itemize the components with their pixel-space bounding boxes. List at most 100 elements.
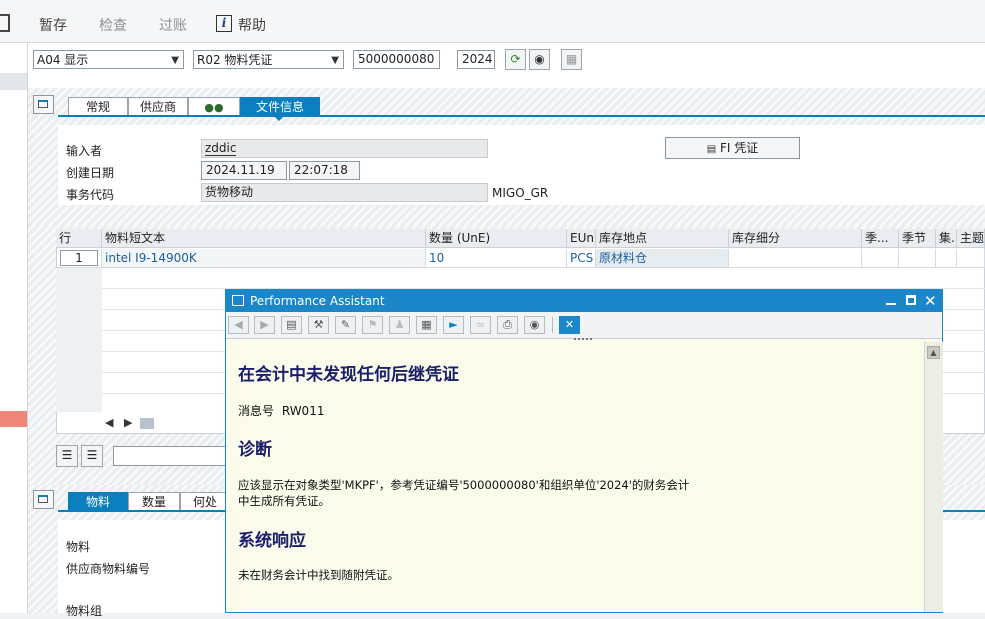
fi-document-label: FI 凭证 <box>720 141 759 155</box>
tab-general[interactable]: 常规 <box>68 97 128 115</box>
system-response-text: 未在财务会计中找到随附凭证。 <box>238 568 399 582</box>
action-select-value: A04 显示 <box>37 53 89 67</box>
dialog-content: 在会计中未发现任何后继凭证 消息号 RW011 诊断 应该显示在对象类型'MKP… <box>226 342 924 612</box>
message-number-value: RW011 <box>281 404 325 418</box>
tab-material[interactable]: 物料 <box>68 492 128 510</box>
scroll-left-icon[interactable]: ◀ <box>105 416 113 429</box>
execute-icon[interactable]: ⟳ <box>505 49 526 70</box>
transaction-text-field: 货物移动 <box>201 183 488 202</box>
col-header-unit[interactable]: EUn <box>567 229 596 248</box>
material-group-label: 物料组 <box>66 604 103 618</box>
col-header-quantity[interactable]: 数量 (UnE) <box>426 229 567 248</box>
close-icon[interactable]: ✕ <box>924 290 937 312</box>
col-header-short-text[interactable]: 物料短文本 <box>102 229 426 248</box>
user-icon[interactable]: ♟ <box>389 316 410 334</box>
back-icon[interactable]: ◀ <box>228 316 249 334</box>
row-stock-seg[interactable] <box>729 249 862 268</box>
performance-assistant-dialog: Performance Assistant ✕ ◀ ▶ ▤ ⚒ ✎ ⚑ ♟ ▦ … <box>225 289 943 613</box>
reference-doc-select-value: R02 物料凭证 <box>197 53 273 67</box>
row-quantity[interactable]: 10 <box>426 249 567 268</box>
table-filter-input[interactable] <box>113 446 228 466</box>
dialog-window-icon <box>232 295 244 306</box>
scroll-right-icon[interactable]: ▶ <box>124 416 132 429</box>
transaction-code-label: 事务代码 <box>66 188 115 202</box>
material-label: 物料 <box>66 540 91 554</box>
maximize-icon[interactable] <box>906 295 916 305</box>
scroll-up-icon[interactable]: ▲ <box>927 346 940 359</box>
message-number-label: 消息号 <box>238 404 275 418</box>
diagnosis-text-line1: 应该显示在对象类型'MKPF'，参考凭证编号'5000000080'和组织单位'… <box>238 478 690 492</box>
info-icon[interactable]: i <box>216 15 232 32</box>
dialog-vertical-scrollbar[interactable]: ▲ <box>924 342 943 612</box>
created-date-label: 创建日期 <box>66 166 115 180</box>
col-header-storage-loc[interactable]: 库存地点 <box>596 229 729 248</box>
message-title: 在会计中未发现任何后继凭证 <box>238 365 459 385</box>
technical-info-icon[interactable]: ⚒ <box>308 316 329 334</box>
entered-by-value: zddic <box>205 141 237 156</box>
col-header-collection[interactable]: 集. <box>936 229 957 248</box>
col-header-line[interactable]: 行 <box>56 229 102 248</box>
post-button[interactable]: 过账 <box>159 15 187 35</box>
dialog-title-bar[interactable]: Performance Assistant ✕ <box>226 290 942 312</box>
col-header-season[interactable]: 季节 <box>899 229 936 248</box>
dialog-toolbar: ◀ ▶ ▤ ⚒ ✎ ⚑ ♟ ▦ ► ∞ ⎙ ◉ ✕ <box>226 312 942 339</box>
edit-icon[interactable]: ✎ <box>335 316 356 334</box>
line-number-field[interactable]: 1 <box>60 250 98 266</box>
entered-by-field: zddic <box>201 139 488 158</box>
toolbar-separator <box>552 317 553 333</box>
material-document-input[interactable]: 5000000080 <box>353 50 440 69</box>
line-column-shade <box>56 268 102 412</box>
flag-icon[interactable]: ► <box>443 316 464 334</box>
calendar-icon[interactable]: ▦ <box>416 316 437 334</box>
strip-selected-row[interactable] <box>0 73 27 90</box>
tab-partners[interactable]: ●● <box>188 97 240 115</box>
tab-where[interactable]: 何处 <box>180 492 230 510</box>
row-line-number[interactable]: 1 <box>56 249 102 268</box>
document-info-icon[interactable]: ▤ <box>281 316 302 334</box>
created-time-field: 22:07:18 <box>289 161 360 180</box>
document-year-input[interactable]: 2024 <box>457 50 495 69</box>
left-navigation-strip <box>0 43 28 613</box>
tab-quantity[interactable]: 数量 <box>128 492 180 510</box>
help-button[interactable]: 帮助 <box>238 15 266 35</box>
align-bottom-icon[interactable]: ☰ <box>81 445 103 467</box>
exit-icon[interactable]: ✕ <box>559 316 580 334</box>
collapse-item-icon[interactable] <box>33 490 54 509</box>
minimize-icon[interactable] <box>886 303 896 305</box>
binoculars-icon[interactable]: ◉ <box>524 316 545 334</box>
find-icon[interactable]: ⚑ <box>362 316 383 334</box>
row-short-text[interactable]: intel I9-14900K <box>102 249 426 268</box>
entered-by-label: 输入者 <box>66 144 103 158</box>
chevron-down-icon: ▼ <box>171 55 179 66</box>
diagnosis-heading: 诊断 <box>238 440 272 460</box>
tab-doc-info[interactable]: 文件信息 <box>240 97 320 115</box>
system-response-heading: 系统响应 <box>238 531 306 551</box>
save-draft-button[interactable]: 暂存 <box>39 15 67 35</box>
reference-doc-select[interactable]: R02 物料凭证 ▼ <box>193 50 344 69</box>
action-select[interactable]: A04 显示 ▼ <box>33 50 184 69</box>
people-icon: ●● <box>204 101 224 114</box>
row-theme[interactable] <box>957 249 985 268</box>
link-icon[interactable]: ∞ <box>470 316 491 334</box>
document-icon[interactable] <box>0 14 10 32</box>
fi-document-button[interactable]: ▤ FI 凭证 <box>665 137 800 159</box>
col-header-theme[interactable]: 主题 <box>957 229 985 248</box>
row-storage-loc[interactable]: 原材料仓 <box>596 249 729 268</box>
calculator-icon[interactable]: ▦ <box>561 49 582 70</box>
check-button[interactable]: 检查 <box>99 15 127 35</box>
align-top-icon[interactable]: ☰ <box>56 445 78 467</box>
binoculars-icon[interactable]: ◉ <box>529 49 550 70</box>
row-season-cat[interactable] <box>862 249 899 268</box>
print-icon[interactable]: ⎙ <box>497 316 518 334</box>
row-collection[interactable] <box>936 249 957 268</box>
horizontal-scroll-thumb[interactable] <box>140 418 154 429</box>
forward-icon[interactable]: ▶ <box>254 316 275 334</box>
col-header-stock-seg[interactable]: 库存细分 <box>729 229 862 248</box>
tab-vendor[interactable]: 供应商 <box>128 97 188 115</box>
created-date-field: 2024.11.19 <box>201 161 287 180</box>
collapse-header-icon[interactable] <box>33 95 54 114</box>
col-header-season-cat[interactable]: 季... <box>862 229 899 248</box>
row-season[interactable] <box>899 249 936 268</box>
active-tab-pointer <box>273 115 285 121</box>
row-unit[interactable]: PCS <box>567 249 596 268</box>
